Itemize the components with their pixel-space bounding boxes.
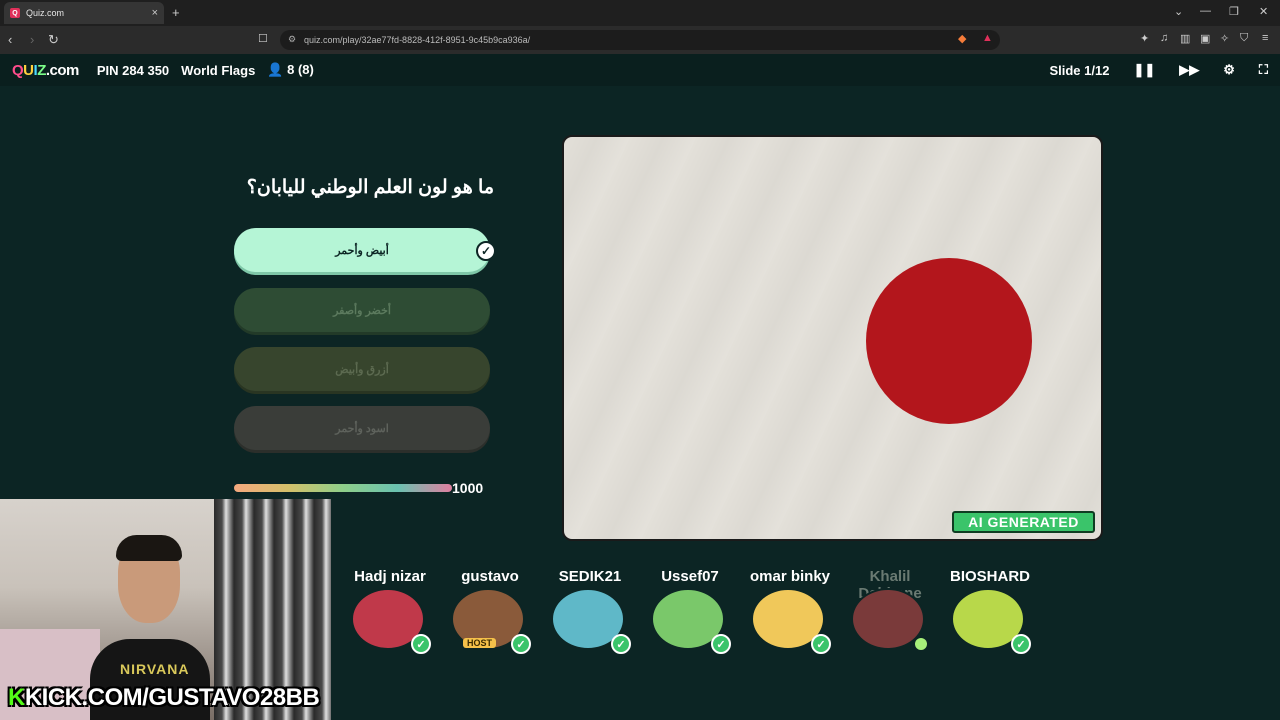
question-image: AI GENERATED xyxy=(562,135,1103,541)
answered-check-icon: ✓ xyxy=(811,634,831,654)
streamer-hair xyxy=(116,535,182,561)
answered-check-icon: ✓ xyxy=(611,634,631,654)
media-icon[interactable]: ♫ xyxy=(1160,32,1168,44)
host-badge: HOST xyxy=(463,638,497,648)
shirt-text: NIRVANA xyxy=(120,661,190,677)
extensions-icon[interactable]: ✦ xyxy=(1140,32,1149,45)
quiz-title: World Flags xyxy=(181,62,256,78)
browser-tab-bar: Q Quiz.com × + ⌄ — ❐ ✕ xyxy=(0,0,1280,26)
skip-icon[interactable]: ▶▶ xyxy=(1179,62,1199,78)
brave-shield-icon[interactable]: ◆ xyxy=(958,32,966,45)
player-card: Khalil Dahhane xyxy=(845,568,935,658)
wallet-icon[interactable]: ▣ xyxy=(1200,32,1210,45)
answer-option-3[interactable]: أزرق وأبيض xyxy=(234,347,490,391)
answered-check-icon: ✓ xyxy=(711,634,731,654)
player-avatar xyxy=(851,588,925,650)
player-card: SEDIK21 ✓ xyxy=(545,568,635,658)
tab-list-icon[interactable]: ⌄ xyxy=(1174,5,1183,18)
points-value: 1000 xyxy=(452,480,484,496)
url-text: quiz.com/play/32ae77fd-8828-412f-8951-9c… xyxy=(304,35,531,45)
browser-nav-bar: ‹ › ↻ ☐ ⚙ quiz.com/play/32ae77fd-8828-41… xyxy=(0,26,1280,54)
pause-icon[interactable]: ❚❚ xyxy=(1133,62,1155,78)
quiz-header: QUIZ.com PIN 284 350 World Flags 👤 8 (8)… xyxy=(0,54,1280,86)
players-count[interactable]: 👤 8 (8) xyxy=(267,62,314,78)
waiting-dot-icon xyxy=(915,638,927,650)
new-tab-icon[interactable]: + xyxy=(172,5,180,20)
brave-rewards-icon[interactable]: ▲ xyxy=(982,32,993,44)
game-pin: PIN 284 350 xyxy=(96,62,170,78)
site-info-icon[interactable]: ⚙ xyxy=(288,34,296,45)
correct-check-icon: ✓ xyxy=(476,241,496,261)
player-name: omar binky xyxy=(749,568,831,585)
answer-option-2[interactable]: أخضر وأصفر xyxy=(234,288,490,332)
player-name: SEDIK21 xyxy=(558,568,622,585)
kick-url: KICK.COM/GUSTAVO28BB xyxy=(24,684,320,711)
player-name: Ussef07 xyxy=(661,568,719,585)
answered-check-icon: ✓ xyxy=(1011,634,1031,654)
question-text: ما هو لون العلم الوطني لليابان؟ xyxy=(246,177,494,198)
player-card: gustavo ✓ HOST xyxy=(445,568,535,658)
player-card: omar binky ✓ xyxy=(745,568,835,658)
bookmark-icon[interactable]: ☐ xyxy=(258,32,268,45)
restore-icon[interactable]: ❐ xyxy=(1229,5,1239,18)
quiz-favicon-icon: Q xyxy=(10,8,20,18)
menu-icon[interactable]: ≡ xyxy=(1262,32,1268,44)
quiz-logo[interactable]: QUIZ.com xyxy=(12,62,79,79)
answer-option-4[interactable]: اسود وأحمر xyxy=(234,406,490,450)
vpn-icon[interactable]: ⛉ xyxy=(1240,32,1248,45)
player-card: BIOSHARD ✓ xyxy=(945,568,1035,658)
player-name: gustavo xyxy=(461,568,519,585)
kick-overlay: KKICK.COM/GUSTAVO28BB xyxy=(8,684,320,712)
tab-title: Quiz.com xyxy=(26,8,65,18)
browser-tab[interactable]: Q Quiz.com × xyxy=(4,2,164,24)
close-tab-icon[interactable]: × xyxy=(152,7,158,19)
answered-check-icon: ✓ xyxy=(411,634,431,654)
answer-option-1[interactable]: أبيض وأحمر xyxy=(234,228,490,272)
person-icon: 👤 xyxy=(267,62,284,77)
sidebar-icon[interactable]: ▥ xyxy=(1180,32,1190,45)
player-card: Ussef07 ✓ xyxy=(645,568,735,658)
ai-generated-badge: AI GENERATED xyxy=(952,511,1095,533)
kick-logo-icon: K xyxy=(8,684,25,711)
minimize-icon[interactable]: — xyxy=(1200,5,1211,17)
address-bar[interactable]: ⚙ quiz.com/play/32ae77fd-8828-412f-8951-… xyxy=(280,30,1000,50)
japan-flag-red-disc xyxy=(866,258,1032,424)
slide-counter: Slide 1/12 xyxy=(1049,62,1110,78)
settings-icon[interactable]: ⚙ xyxy=(1223,62,1235,78)
close-window-icon[interactable]: ✕ xyxy=(1259,5,1268,18)
player-name: Hadj nizar xyxy=(354,568,426,585)
answered-check-icon: ✓ xyxy=(511,634,531,654)
reload-icon[interactable]: ↻ xyxy=(48,32,59,48)
timer-bar xyxy=(234,484,452,492)
player-name: BIOSHARD xyxy=(949,568,1030,585)
player-card: Hadj nizar ✓ xyxy=(345,568,435,658)
leo-ai-icon[interactable]: ✧ xyxy=(1220,32,1229,45)
fullscreen-icon[interactable]: ⛶ xyxy=(1259,62,1268,78)
back-icon[interactable]: ‹ xyxy=(8,32,12,47)
forward-icon[interactable]: › xyxy=(30,32,34,47)
